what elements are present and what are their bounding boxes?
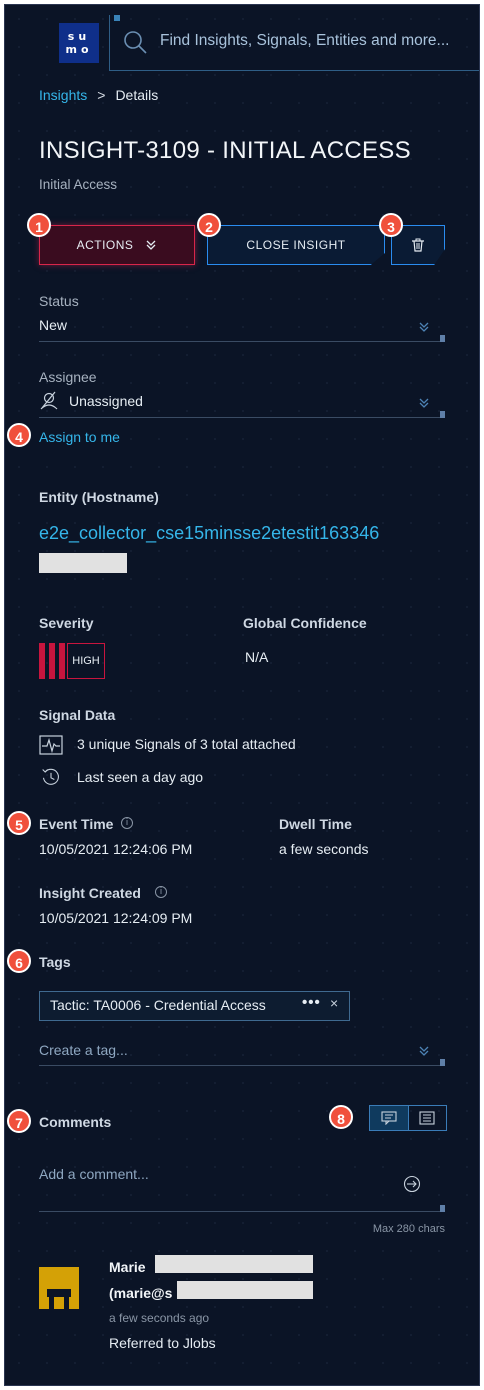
send-icon[interactable] (403, 1175, 421, 1193)
callout-badge-3: 3 (379, 213, 403, 237)
sumo-logo[interactable]: su mo (59, 23, 99, 63)
close-insight-button[interactable]: CLOSE INSIGHT (207, 225, 385, 265)
last-seen-text: Last seen a day ago (77, 769, 204, 785)
top-bar: su mo (5, 5, 479, 71)
redacted-block (39, 553, 127, 573)
close-insight-label: CLOSE INSIGHT (246, 238, 346, 252)
insight-created-info-icon[interactable]: i (155, 886, 167, 898)
comments-label: Comments (39, 1114, 112, 1130)
status-value[interactable]: New (39, 317, 67, 333)
signal-data-label: Signal Data (39, 707, 116, 723)
callout-badge-5: 5 (7, 811, 31, 835)
tag-chip[interactable]: Tactic: TA0006 - Credential Access ••• × (39, 991, 350, 1021)
tags-chevron-down-icon[interactable] (418, 1045, 430, 1057)
chevron-double-down-icon (146, 240, 156, 250)
status-underline (39, 341, 445, 342)
tag-chip-text: Tactic: TA0006 - Credential Access (50, 997, 266, 1013)
event-time-value: 10/05/2021 12:24:06 PM (39, 841, 193, 857)
insight-details-panel: su mo Insights > Details INSIGHT-3109 - IN… (4, 4, 480, 1386)
redacted-block (155, 1255, 313, 1273)
breadcrumb-separator: > (97, 87, 106, 103)
breadcrumb-insights-link[interactable]: Insights (39, 87, 87, 103)
create-tag-input[interactable] (39, 1035, 419, 1065)
dwell-time-value: a few seconds (279, 841, 369, 857)
assignee-underline (39, 417, 445, 418)
add-comment-input[interactable] (39, 1161, 399, 1187)
callout-badge-1: 1 (27, 213, 51, 237)
search-notch (114, 15, 120, 21)
comment-corner (440, 1205, 445, 1212)
page-subtitle: Initial Access (39, 177, 118, 192)
comment-author-email: (marie@s (109, 1285, 173, 1301)
callout-badge-7: 7 (7, 1109, 31, 1133)
page-title: INSIGHT-3109 - INITIAL ACCESS (39, 137, 411, 164)
pulse-icon (39, 735, 63, 755)
comment-author-name: Marie (109, 1259, 146, 1275)
comment-icon (381, 1111, 397, 1125)
logo-text-top: su (67, 30, 91, 43)
comment-text: Referred to Jlobs (109, 1335, 216, 1351)
breadcrumb-current: Details (115, 87, 159, 103)
history-clock-icon (42, 768, 59, 785)
assign-to-me-link[interactable]: Assign to me (39, 429, 120, 445)
redacted-block (177, 1281, 313, 1299)
logo-text-bottom: mo (65, 43, 93, 56)
event-time-info-icon[interactable]: i (121, 817, 133, 829)
comment-view-toggle (369, 1105, 447, 1131)
actions-label: ACTIONS (76, 238, 134, 252)
search-bar (109, 15, 479, 71)
confidence-label: Global Confidence (243, 615, 367, 631)
confidence-value: N/A (245, 649, 269, 665)
tags-label: Tags (39, 954, 71, 970)
signals-count-text[interactable]: 3 unique Signals of 3 total attached (77, 736, 296, 752)
status-chevron-down-icon[interactable] (418, 321, 430, 333)
assignee-label: Assignee (39, 369, 97, 385)
status-label: Status (39, 293, 79, 309)
entity-hostname-link[interactable]: e2e_collector_cse15minsse2etestit163346 (39, 523, 379, 544)
dwell-time-label: Dwell Time (279, 816, 352, 832)
insight-created-label: Insight Created (39, 885, 141, 901)
entity-label: Entity (Hostname) (39, 489, 159, 505)
callout-badge-2: 2 (197, 213, 221, 237)
comment-view-button[interactable] (370, 1106, 409, 1130)
severity-bar (59, 643, 65, 679)
severity-bar (39, 643, 45, 679)
assignee-chevron-down-icon[interactable] (418, 397, 430, 409)
severity-label: Severity (39, 615, 94, 631)
insight-created-value: 10/05/2021 12:24:09 PM (39, 910, 193, 926)
close-icon[interactable]: × (330, 995, 338, 1011)
status-corner (440, 335, 445, 342)
actions-button[interactable]: ACTIONS (39, 225, 195, 265)
list-icon (419, 1111, 435, 1125)
trash-icon (412, 238, 424, 252)
callout-badge-8: 8 (329, 1105, 353, 1129)
list-view-button[interactable] (409, 1106, 447, 1130)
severity-value: HIGH (67, 643, 105, 679)
search-icon[interactable] (122, 29, 148, 55)
more-icon[interactable]: ••• (302, 994, 321, 1011)
callout-badge-6: 6 (7, 949, 31, 973)
assignee-value[interactable]: Unassigned (69, 393, 143, 409)
callout-badge-4: 4 (7, 423, 31, 447)
breadcrumb: Insights > Details (39, 87, 158, 103)
tags-corner (440, 1059, 445, 1066)
tags-underline (39, 1065, 445, 1066)
comment-underline (39, 1211, 445, 1212)
search-input[interactable] (160, 28, 479, 54)
assignee-corner (440, 411, 445, 418)
event-time-label: Event Time (39, 816, 114, 832)
max-chars-hint: Max 280 chars (372, 1223, 445, 1235)
severity-bar (49, 643, 55, 679)
unassigned-user-icon (40, 391, 58, 410)
comment-timestamp: a few seconds ago (109, 1311, 210, 1325)
avatar (39, 1267, 79, 1309)
